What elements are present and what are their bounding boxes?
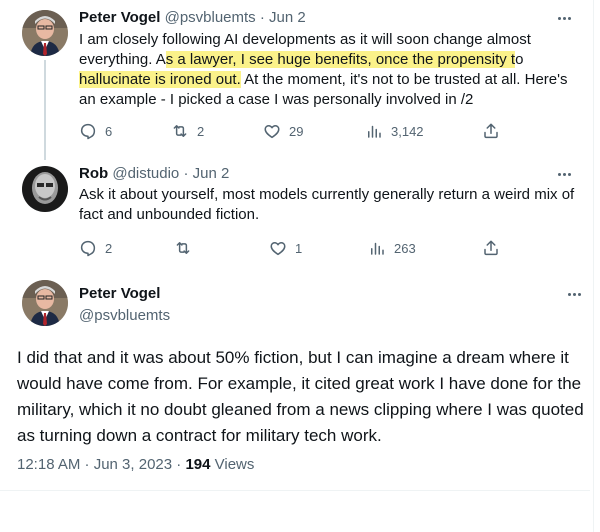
reply-button[interactable]: 2 [79, 238, 112, 258]
more-icon[interactable] [554, 164, 574, 184]
heart-icon [270, 242, 286, 256]
reply-button[interactable]: 6 [79, 121, 112, 141]
author-name[interactable]: Peter Vogel [79, 284, 170, 304]
author-handle[interactable]: @distudio [112, 165, 179, 182]
share-button[interactable] [482, 238, 500, 258]
divider [0, 490, 590, 491]
main-author: Peter Vogel @psvbluemts [79, 284, 170, 326]
tweet-header: Peter Vogel @psvbluemts · Jun 2 [79, 8, 306, 28]
more-icon[interactable] [554, 8, 574, 28]
thread-line [44, 60, 46, 160]
tweet-2[interactable]: Rob @distudio · Jun 2 Ask it about yours… [0, 160, 590, 270]
author-name[interactable]: Peter Vogel [79, 9, 160, 26]
reply-count: 6 [105, 123, 113, 139]
retweet-button[interactable]: 2 [171, 121, 204, 141]
main-avatar[interactable] [22, 280, 68, 326]
timestamp-text[interactable]: 12:18 AM · Jun 3, 2023 · [17, 456, 185, 473]
retweet-icon [176, 242, 190, 254]
author-handle[interactable]: @psvbluemts [165, 9, 256, 26]
views-count: 3,142 [391, 123, 424, 139]
author-name[interactable]: Rob [79, 165, 108, 182]
reply-icon [80, 240, 96, 257]
share-button[interactable] [482, 121, 500, 141]
tweet-text-part: o [515, 51, 524, 68]
views-number: 194 [185, 456, 211, 473]
heart-icon [264, 125, 280, 139]
tweet-date[interactable]: Jun 2 [269, 9, 306, 26]
main-tweet-text: I did that and it was about 50% fiction,… [17, 348, 584, 445]
share-icon [484, 240, 498, 256]
separator-dot: · [259, 9, 265, 26]
highlighted-text: hallucinate is ironed out. [79, 71, 241, 88]
like-button[interactable]: 29 [263, 121, 303, 141]
tweet-date[interactable]: Jun 2 [193, 165, 230, 182]
tweet-header: Rob @distudio · Jun 2 [79, 164, 229, 184]
reply-count: 2 [105, 240, 113, 256]
avatar[interactable] [22, 166, 68, 212]
avatar[interactable] [22, 10, 68, 56]
like-button[interactable]: 1 [269, 238, 302, 258]
action-bar: 2 1 263 [79, 238, 509, 258]
more-icon[interactable] [564, 284, 584, 304]
like-count: 29 [289, 123, 304, 139]
like-count: 1 [295, 240, 303, 256]
views-label: Views [210, 456, 255, 473]
views-chart-icon [368, 125, 381, 138]
views-count: 263 [394, 240, 416, 256]
tweet-text: Ask it about yourself, most models curre… [79, 186, 575, 223]
tweet-text: I am closely following AI developments a… [79, 30, 579, 110]
highlighted-text: s a lawyer, I see huge benefits, once th… [165, 51, 516, 68]
tweet-1[interactable]: Peter Vogel @psvbluemts · Jun 2 I am clo… [0, 0, 590, 160]
retweet-button[interactable] [174, 238, 200, 258]
share-icon [484, 123, 498, 139]
separator-dot: · [183, 165, 189, 182]
tweet-timestamp[interactable]: 12:18 AM · Jun 3, 2023 · 194 Views [17, 455, 254, 475]
views-chart-icon [371, 242, 384, 255]
action-bar: 6 2 29 3,142 [79, 121, 509, 141]
retweet-count: 2 [197, 123, 205, 139]
views-button[interactable]: 263 [368, 238, 416, 258]
views-button[interactable]: 3,142 [365, 121, 424, 141]
timeline-border [593, 0, 594, 532]
author-handle[interactable]: @psvbluemts [79, 306, 170, 326]
reply-icon [80, 123, 96, 140]
retweet-icon [173, 125, 187, 137]
